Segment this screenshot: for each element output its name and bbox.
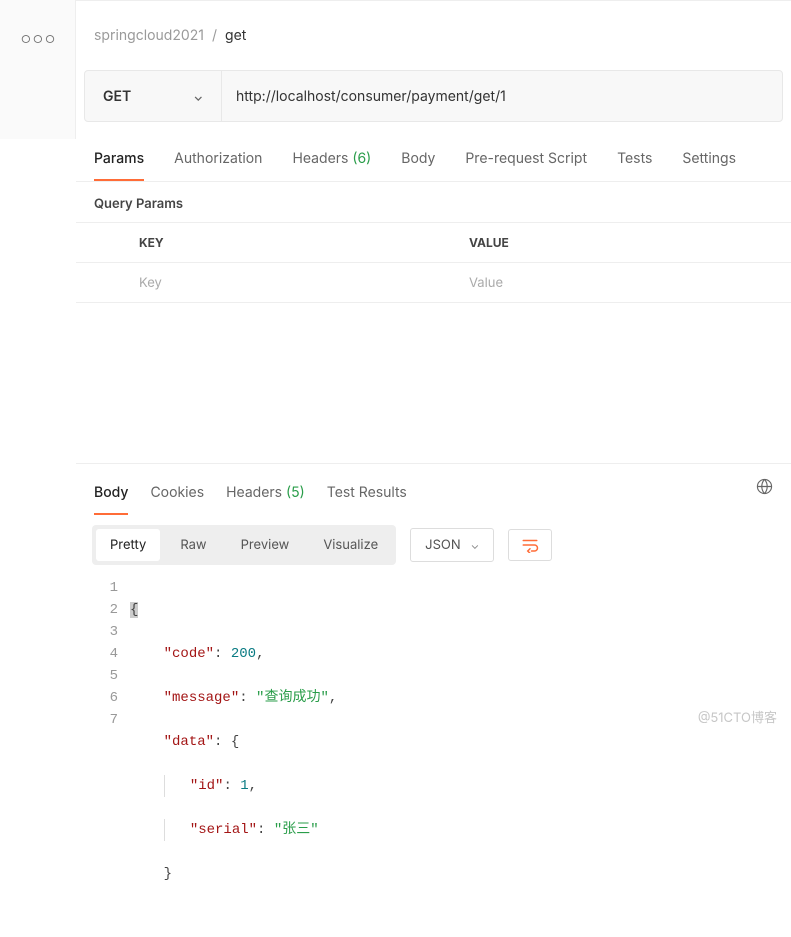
breadcrumb-collection[interactable]: springcloud2021 xyxy=(94,27,204,44)
resp-tab-headers-label: Headers xyxy=(226,484,282,501)
json-number: 200 xyxy=(231,646,256,662)
resp-tab-body[interactable]: Body xyxy=(94,478,128,515)
tab-tests[interactable]: Tests xyxy=(617,142,652,181)
left-sidebar: ○○○ xyxy=(0,0,76,139)
json-string: "张三" xyxy=(274,822,319,838)
code-content: { "code": 200, "message": "查询成功", "data"… xyxy=(130,577,775,929)
json-key: "message" xyxy=(164,690,240,706)
view-raw[interactable]: Raw xyxy=(166,529,220,561)
tab-body[interactable]: Body xyxy=(401,142,435,181)
request-url-bar: GET ⌄ http://localhost/consumer/payment/… xyxy=(84,70,783,122)
http-method-label: GET xyxy=(103,88,131,105)
code-brace: } xyxy=(164,866,172,882)
view-preview[interactable]: Preview xyxy=(227,529,304,561)
format-dropdown[interactable]: JSON ⌄ xyxy=(410,528,494,562)
response-controls: Pretty Raw Preview Visualize JSON ⌄ xyxy=(84,515,783,575)
tab-prerequest[interactable]: Pre-request Script xyxy=(465,142,587,181)
value-input[interactable]: Value xyxy=(461,263,791,302)
more-icon[interactable]: ○○○ xyxy=(21,32,57,46)
line-number: 6 xyxy=(92,687,118,709)
header-checkbox-col xyxy=(76,223,131,262)
json-key: "data" xyxy=(164,734,214,750)
table-row[interactable]: Key Value xyxy=(76,263,791,303)
resp-tab-headers[interactable]: Headers (5) xyxy=(226,478,305,515)
url-input[interactable]: http://localhost/consumer/payment/get/1 xyxy=(222,71,782,121)
chevron-down-icon: ⌄ xyxy=(471,538,480,552)
spacer xyxy=(76,303,791,463)
response-panel: Body Cookies Headers (5) Test Results Pr… xyxy=(76,463,791,937)
resp-tab-cookies[interactable]: Cookies xyxy=(150,478,204,515)
query-params-table: KEY VALUE Key Value xyxy=(76,222,791,303)
query-params-title: Query Params xyxy=(76,182,791,222)
json-string: "查询成功" xyxy=(256,690,329,706)
line-number: 1 xyxy=(92,577,118,599)
wrap-lines-button[interactable] xyxy=(508,529,552,561)
resp-tab-headers-count: (5) xyxy=(286,484,305,501)
request-tabs: Params Authorization Headers (6) Body Pr… xyxy=(76,136,791,182)
breadcrumb-separator: / xyxy=(212,27,217,44)
http-method-dropdown[interactable]: GET ⌄ xyxy=(85,71,222,121)
line-number: 5 xyxy=(92,665,118,687)
breadcrumb-current: get xyxy=(225,27,246,44)
response-tabs: Body Cookies Headers (5) Test Results xyxy=(84,464,783,515)
tab-settings[interactable]: Settings xyxy=(682,142,736,181)
view-pretty[interactable]: Pretty xyxy=(96,529,160,561)
key-input[interactable]: Key xyxy=(131,263,461,302)
json-number: 1 xyxy=(240,778,248,794)
line-gutter: 1 2 3 4 5 6 7 xyxy=(92,577,130,929)
breadcrumb: springcloud2021 / get xyxy=(76,0,791,70)
view-visualize[interactable]: Visualize xyxy=(309,529,392,561)
line-number: 3 xyxy=(92,621,118,643)
tab-headers-label: Headers xyxy=(292,150,348,167)
json-key: "serial" xyxy=(190,822,257,838)
watermark: @51CTO博客 xyxy=(698,707,777,726)
code-brace: { xyxy=(231,734,239,750)
format-label: JSON xyxy=(425,537,461,553)
table-header-row: KEY VALUE xyxy=(76,223,791,263)
chevron-down-icon: ⌄ xyxy=(193,89,203,104)
header-key: KEY xyxy=(131,223,461,262)
code-brace: { xyxy=(130,602,138,618)
json-key: "code" xyxy=(164,646,214,662)
line-number: 2 xyxy=(92,599,118,621)
response-body-code[interactable]: 1 2 3 4 5 6 7 { "code": 200, "message": … xyxy=(84,575,783,937)
network-icon[interactable] xyxy=(756,478,773,499)
tab-headers-count: (6) xyxy=(352,150,371,167)
line-number: 7 xyxy=(92,709,118,731)
tab-params[interactable]: Params xyxy=(94,142,144,181)
tab-authorization[interactable]: Authorization xyxy=(174,142,262,181)
tab-headers[interactable]: Headers (6) xyxy=(292,142,371,181)
main-panel: springcloud2021 / get GET ⌄ http://local… xyxy=(76,0,791,937)
line-number: 4 xyxy=(92,643,118,665)
view-mode-group: Pretty Raw Preview Visualize xyxy=(92,525,396,565)
resp-tab-testresults[interactable]: Test Results xyxy=(327,478,407,515)
json-key: "id" xyxy=(190,778,224,794)
row-checkbox-col xyxy=(76,263,131,302)
header-value: VALUE xyxy=(461,223,791,262)
